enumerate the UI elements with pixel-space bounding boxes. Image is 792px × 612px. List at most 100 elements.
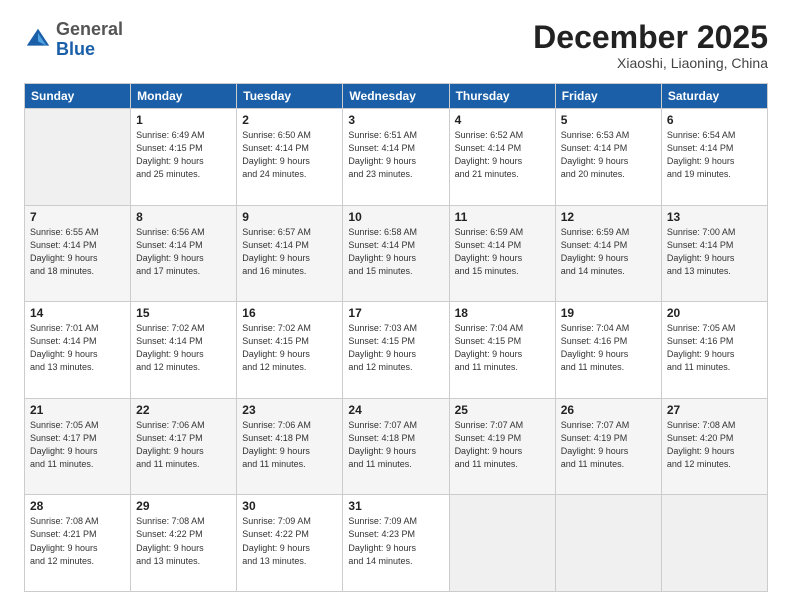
day-number: 26 (561, 403, 656, 417)
day-number: 8 (136, 210, 231, 224)
day-number: 17 (348, 306, 443, 320)
calendar-week-5: 28 Sunrise: 7:08 AM Sunset: 4:21 PM Dayli… (25, 495, 768, 592)
logo-blue: Blue (56, 39, 95, 59)
calendar-cell (555, 495, 661, 592)
title-area: December 2025 Xiaoshi, Liaoning, China (533, 20, 768, 71)
day-number: 28 (30, 499, 125, 513)
calendar-week-3: 14Sunrise: 7:01 AM Sunset: 4:14 PM Dayli… (25, 302, 768, 399)
logo: General Blue (24, 20, 123, 60)
day-info: Sunrise: 7:08 AM Sunset: 4:21 PM Dayligh… (30, 515, 125, 567)
day-number: 1 (136, 113, 231, 127)
calendar-cell: 4 Sunrise: 6:52 AM Sunset: 4:14 PM Daylig… (449, 109, 555, 206)
day-info: Sunrise: 7:08 AM Sunset: 4:22 PM Dayligh… (136, 515, 231, 567)
day-info: Sunrise: 6:57 AM Sunset: 4:14 PM Dayligh… (242, 226, 337, 278)
day-info: Sunrise: 6:59 AM Sunset: 4:14 PM Dayligh… (455, 226, 550, 278)
day-info: Sunrise: 7:02 AM Sunset: 4:14 PM Dayligh… (136, 322, 231, 374)
calendar-cell: 1 Sunrise: 6:49 AM Sunset: 4:15 PM Daylig… (131, 109, 237, 206)
day-number: 21 (30, 403, 125, 417)
calendar-cell: 7 Sunrise: 6:55 AM Sunset: 4:14 PM Daylig… (25, 205, 131, 302)
calendar-cell: 11 Sunrise: 6:59 AM Sunset: 4:14 PM Dayli… (449, 205, 555, 302)
day-info: Sunrise: 7:00 AM Sunset: 4:14 PM Dayligh… (667, 226, 762, 278)
calendar-cell: 21Sunrise: 7:05 AM Sunset: 4:17 PM Dayli… (25, 398, 131, 495)
calendar-cell: 9 Sunrise: 6:57 AM Sunset: 4:14 PM Daylig… (237, 205, 343, 302)
calendar-cell: 12 Sunrise: 6:59 AM Sunset: 4:14 PM Dayli… (555, 205, 661, 302)
page: General Blue December 2025 Xiaoshi, Liao… (0, 0, 792, 612)
day-number: 31 (348, 499, 443, 513)
calendar-cell: 22Sunrise: 7:06 AM Sunset: 4:17 PM Dayli… (131, 398, 237, 495)
day-number: 25 (455, 403, 550, 417)
calendar-cell: 19 Sunrise: 7:04 AM Sunset: 4:16 PM Dayli… (555, 302, 661, 399)
calendar-cell: 10Sunrise: 6:58 AM Sunset: 4:14 PM Dayli… (343, 205, 449, 302)
col-friday: Friday (555, 84, 661, 109)
day-info: Sunrise: 6:59 AM Sunset: 4:14 PM Dayligh… (561, 226, 656, 278)
col-saturday: Saturday (661, 84, 767, 109)
day-number: 30 (242, 499, 337, 513)
day-number: 11 (455, 210, 550, 224)
day-number: 12 (561, 210, 656, 224)
day-info: Sunrise: 6:51 AM Sunset: 4:14 PM Dayligh… (348, 129, 443, 181)
calendar-cell: 25 Sunrise: 7:07 AM Sunset: 4:19 PM Dayli… (449, 398, 555, 495)
day-number: 16 (242, 306, 337, 320)
day-number: 24 (348, 403, 443, 417)
calendar-cell: 14Sunrise: 7:01 AM Sunset: 4:14 PM Dayli… (25, 302, 131, 399)
logo-icon (24, 26, 52, 54)
day-number: 20 (667, 306, 762, 320)
day-info: Sunrise: 7:07 AM Sunset: 4:18 PM Dayligh… (348, 419, 443, 471)
day-number: 14 (30, 306, 125, 320)
calendar-cell: 23Sunrise: 7:06 AM Sunset: 4:18 PM Dayli… (237, 398, 343, 495)
day-info: Sunrise: 6:54 AM Sunset: 4:14 PM Dayligh… (667, 129, 762, 181)
day-number: 3 (348, 113, 443, 127)
calendar-cell: 17Sunrise: 7:03 AM Sunset: 4:15 PM Dayli… (343, 302, 449, 399)
calendar-week-2: 7 Sunrise: 6:55 AM Sunset: 4:14 PM Daylig… (25, 205, 768, 302)
col-tuesday: Tuesday (237, 84, 343, 109)
calendar-cell: 3 Sunrise: 6:51 AM Sunset: 4:14 PM Daylig… (343, 109, 449, 206)
month-title: December 2025 (533, 20, 768, 55)
header: General Blue December 2025 Xiaoshi, Liao… (24, 20, 768, 71)
day-info: Sunrise: 7:09 AM Sunset: 4:23 PM Dayligh… (348, 515, 443, 567)
calendar-body: 1 Sunrise: 6:49 AM Sunset: 4:15 PM Daylig… (25, 109, 768, 592)
calendar-cell: 24 Sunrise: 7:07 AM Sunset: 4:18 PM Dayli… (343, 398, 449, 495)
day-number: 7 (30, 210, 125, 224)
location-subtitle: Xiaoshi, Liaoning, China (533, 55, 768, 71)
calendar-cell: 29 Sunrise: 7:08 AM Sunset: 4:22 PM Dayli… (131, 495, 237, 592)
day-info: Sunrise: 7:04 AM Sunset: 4:15 PM Dayligh… (455, 322, 550, 374)
day-number: 27 (667, 403, 762, 417)
day-info: Sunrise: 7:06 AM Sunset: 4:18 PM Dayligh… (242, 419, 337, 471)
day-info: Sunrise: 6:52 AM Sunset: 4:14 PM Dayligh… (455, 129, 550, 181)
calendar-cell (449, 495, 555, 592)
col-monday: Monday (131, 84, 237, 109)
day-info: Sunrise: 7:09 AM Sunset: 4:22 PM Dayligh… (242, 515, 337, 567)
calendar-cell: 28 Sunrise: 7:08 AM Sunset: 4:21 PM Dayli… (25, 495, 131, 592)
calendar-cell: 2 Sunrise: 6:50 AM Sunset: 4:14 PM Daylig… (237, 109, 343, 206)
day-info: Sunrise: 7:07 AM Sunset: 4:19 PM Dayligh… (455, 419, 550, 471)
day-info: Sunrise: 6:58 AM Sunset: 4:14 PM Dayligh… (348, 226, 443, 278)
calendar-cell: 6Sunrise: 6:54 AM Sunset: 4:14 PM Daylig… (661, 109, 767, 206)
day-info: Sunrise: 6:55 AM Sunset: 4:14 PM Dayligh… (30, 226, 125, 278)
day-number: 29 (136, 499, 231, 513)
calendar-cell: 18 Sunrise: 7:04 AM Sunset: 4:15 PM Dayli… (449, 302, 555, 399)
day-number: 4 (455, 113, 550, 127)
day-number: 22 (136, 403, 231, 417)
day-info: Sunrise: 6:49 AM Sunset: 4:15 PM Dayligh… (136, 129, 231, 181)
calendar-cell: 8Sunrise: 6:56 AM Sunset: 4:14 PM Daylig… (131, 205, 237, 302)
header-row: Sunday Monday Tuesday Wednesday Thursday… (25, 84, 768, 109)
logo-general: General (56, 19, 123, 39)
col-wednesday: Wednesday (343, 84, 449, 109)
day-number: 2 (242, 113, 337, 127)
calendar-header: Sunday Monday Tuesday Wednesday Thursday… (25, 84, 768, 109)
calendar-cell: 26 Sunrise: 7:07 AM Sunset: 4:19 PM Dayli… (555, 398, 661, 495)
day-info: Sunrise: 7:04 AM Sunset: 4:16 PM Dayligh… (561, 322, 656, 374)
calendar-cell (661, 495, 767, 592)
calendar-cell: 30 Sunrise: 7:09 AM Sunset: 4:22 PM Dayli… (237, 495, 343, 592)
calendar-cell: 13Sunrise: 7:00 AM Sunset: 4:14 PM Dayli… (661, 205, 767, 302)
day-number: 18 (455, 306, 550, 320)
day-info: Sunrise: 7:05 AM Sunset: 4:16 PM Dayligh… (667, 322, 762, 374)
day-info: Sunrise: 7:07 AM Sunset: 4:19 PM Dayligh… (561, 419, 656, 471)
day-number: 19 (561, 306, 656, 320)
calendar-cell: 27Sunrise: 7:08 AM Sunset: 4:20 PM Dayli… (661, 398, 767, 495)
day-number: 9 (242, 210, 337, 224)
day-info: Sunrise: 6:50 AM Sunset: 4:14 PM Dayligh… (242, 129, 337, 181)
calendar-week-1: 1 Sunrise: 6:49 AM Sunset: 4:15 PM Daylig… (25, 109, 768, 206)
day-number: 15 (136, 306, 231, 320)
calendar-cell: 15 Sunrise: 7:02 AM Sunset: 4:14 PM Dayli… (131, 302, 237, 399)
